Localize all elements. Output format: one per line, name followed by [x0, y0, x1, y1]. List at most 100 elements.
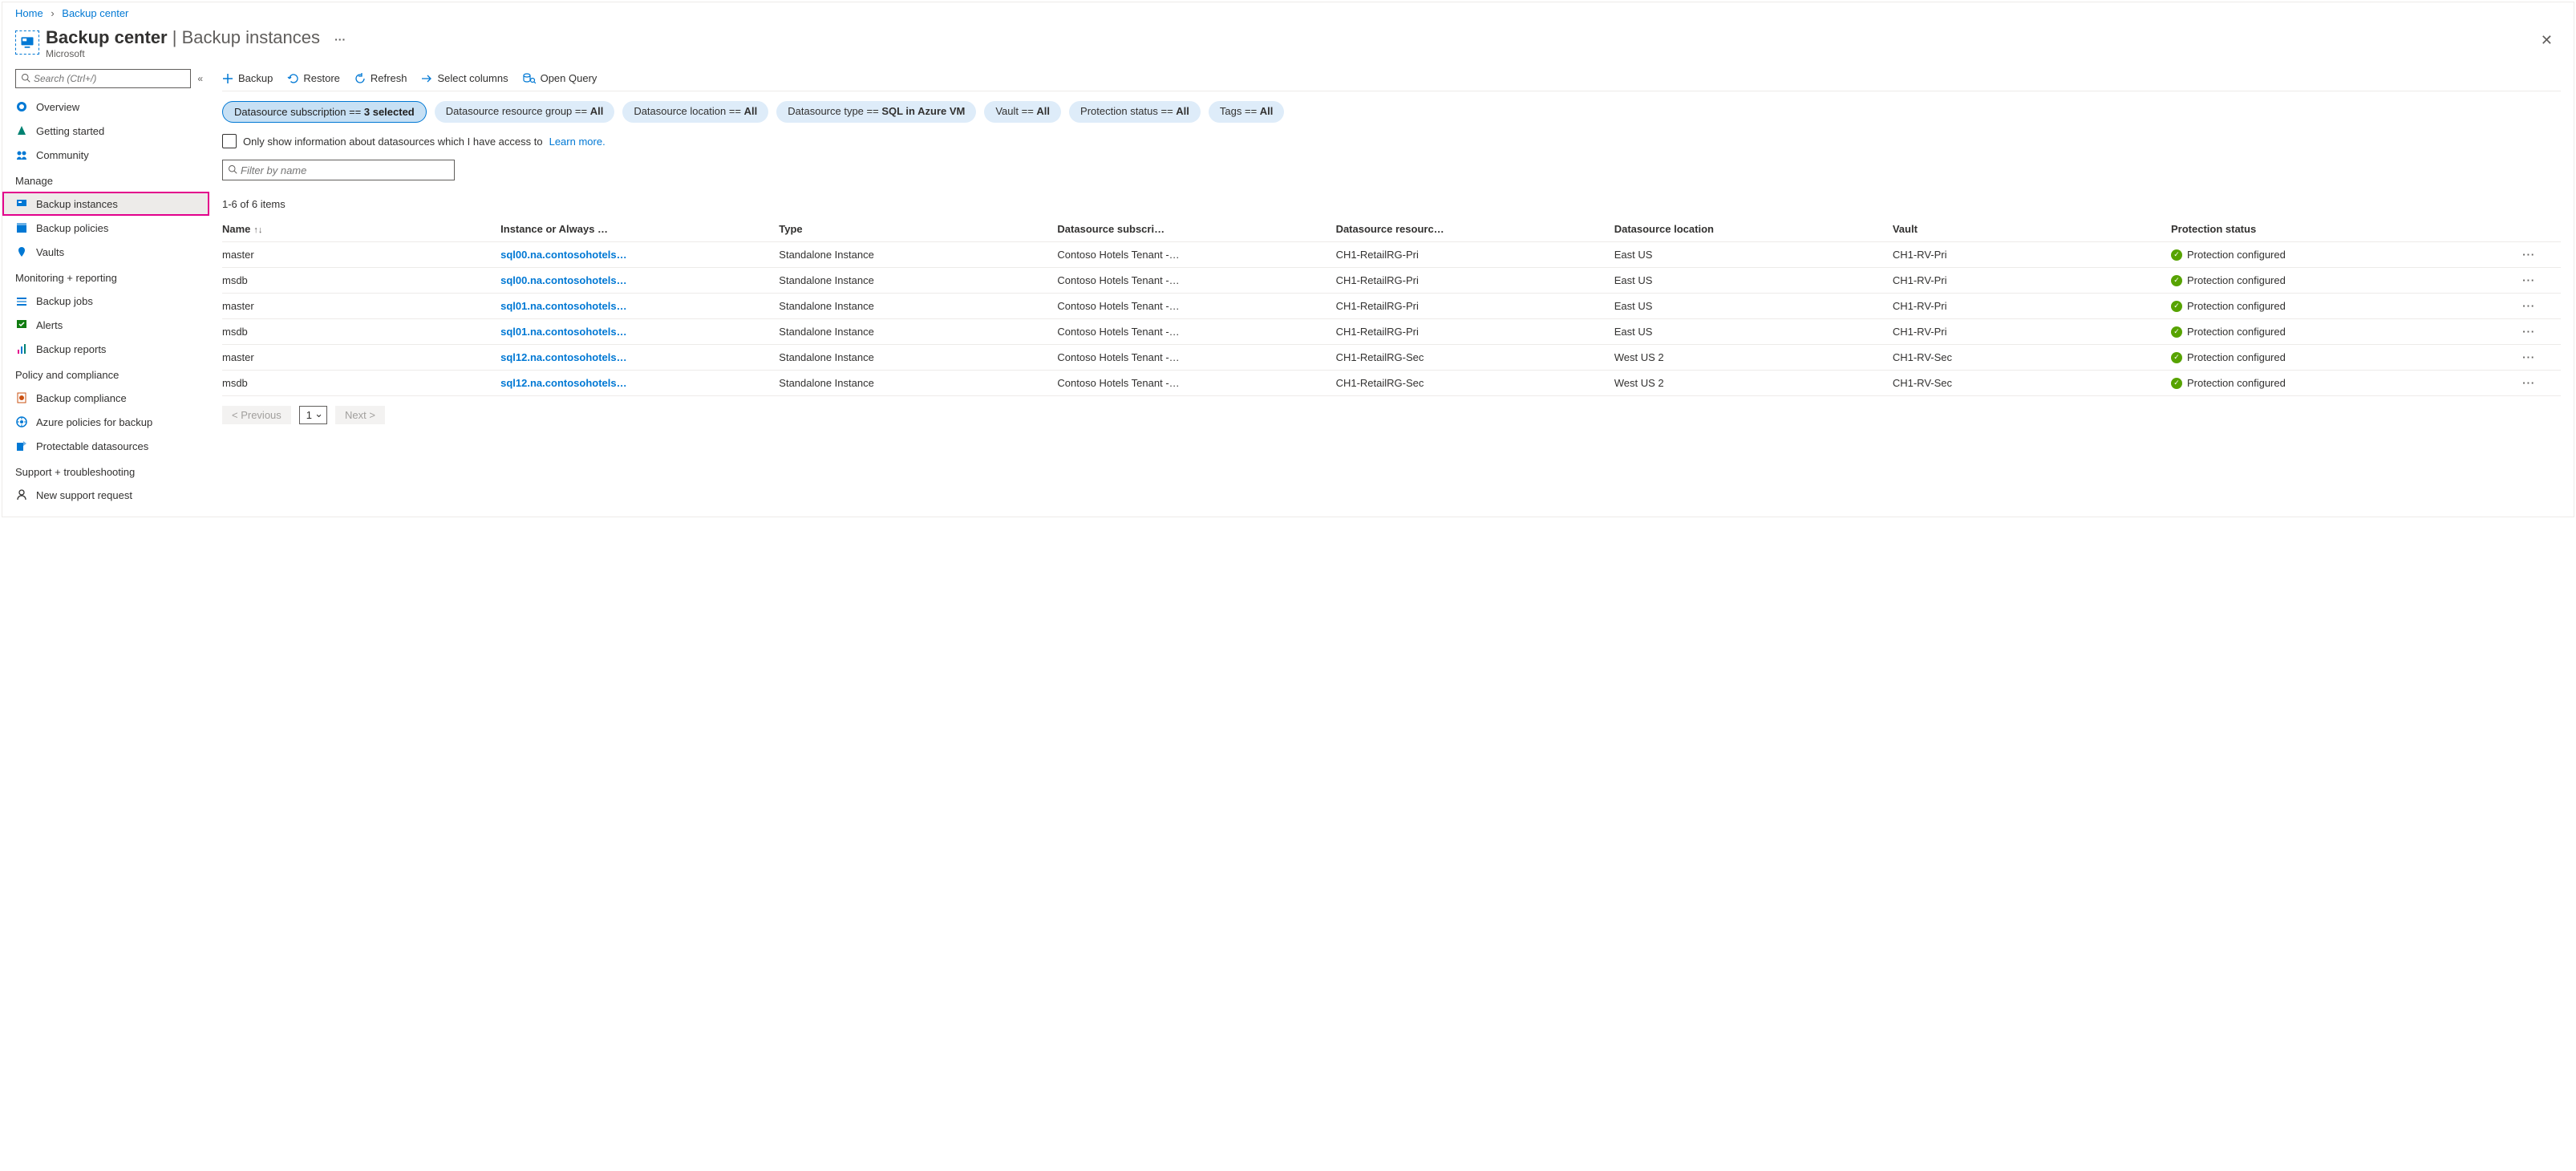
- sort-icon: ↑↓: [253, 225, 262, 235]
- breadcrumb-current[interactable]: Backup center: [62, 7, 128, 19]
- sidebar-item-community[interactable]: Community: [2, 143, 209, 167]
- backup-compliance-icon: [15, 391, 28, 404]
- table-row[interactable]: msdb sql00.na.contosohotels… Standalone …: [222, 268, 2561, 294]
- sidebar-item-backup-policies[interactable]: Backup policies: [2, 216, 209, 240]
- page-title: Backup center | Backup instances ···: [46, 27, 2533, 48]
- filter-pill-protection-status-[interactable]: Protection status == All: [1069, 101, 1201, 123]
- cell-instance-link[interactable]: sql12.na.contosohotels…: [500, 371, 779, 396]
- cell-location: East US: [1614, 268, 1893, 294]
- column-header-datasource-location[interactable]: Datasource location: [1614, 217, 1893, 242]
- cell-instance-link[interactable]: sql12.na.contosohotels…: [500, 345, 779, 371]
- table-row[interactable]: msdb sql12.na.contosohotels… Standalone …: [222, 371, 2561, 396]
- cell-vault: CH1-RV-Sec: [1893, 371, 2171, 396]
- open-query-button[interactable]: Open Query: [523, 72, 597, 84]
- filter-pill-vault-[interactable]: Vault == All: [984, 101, 1061, 123]
- column-header-name[interactable]: Name↑↓: [222, 217, 500, 242]
- sidebar-item-azure-policies-for-backup[interactable]: Azure policies for backup: [2, 410, 209, 434]
- cell-instance-link[interactable]: sql00.na.contosohotels…: [500, 242, 779, 268]
- cell-instance-link[interactable]: sql01.na.contosohotels…: [500, 319, 779, 345]
- search-icon: [21, 73, 30, 85]
- name-filter[interactable]: [222, 160, 455, 180]
- filter-pill-datasource-subscription-[interactable]: Datasource subscription == 3 selected: [222, 101, 427, 123]
- pager-page-select[interactable]: 1: [299, 406, 327, 424]
- sidebar-item-new-support-request[interactable]: New support request: [2, 483, 209, 507]
- row-more-button[interactable]: ···: [2505, 319, 2561, 345]
- sidebar-item-label: Alerts: [36, 319, 63, 331]
- filter-pill-datasource-resource-group-[interactable]: Datasource resource group == All: [435, 101, 615, 123]
- sidebar-item-label: Protectable datasources: [36, 440, 148, 452]
- sidebar-item-getting-started[interactable]: Getting started: [2, 119, 209, 143]
- new-support-request-icon: [15, 488, 28, 501]
- access-checkbox[interactable]: [222, 134, 237, 148]
- sidebar-item-label: Overview: [36, 101, 79, 113]
- name-filter-input[interactable]: [241, 164, 449, 176]
- pager-next[interactable]: Next >: [335, 406, 385, 424]
- search-icon: [228, 164, 237, 176]
- backup-button[interactable]: Backup: [222, 72, 273, 84]
- filter-pill-datasource-location-[interactable]: Datasource location == All: [622, 101, 768, 123]
- learn-more-link[interactable]: Learn more.: [549, 136, 606, 148]
- success-icon: [2171, 249, 2182, 261]
- row-more-button[interactable]: ···: [2505, 242, 2561, 268]
- column-header-protection-status[interactable]: Protection status: [2171, 217, 2505, 242]
- filter-pill-datasource-type-[interactable]: Datasource type == SQL in Azure VM: [776, 101, 976, 123]
- backup-instances-icon: [15, 197, 28, 210]
- table-row[interactable]: master sql00.na.contosohotels… Standalon…: [222, 242, 2561, 268]
- cell-status: Protection configured: [2171, 319, 2505, 345]
- column-header-vault[interactable]: Vault: [1893, 217, 2171, 242]
- more-icon[interactable]: ···: [334, 33, 346, 46]
- column-header-type[interactable]: Type: [779, 217, 1057, 242]
- column-header-instance-or-always-[interactable]: Instance or Always …: [500, 217, 779, 242]
- cell-instance-link[interactable]: sql00.na.contosohotels…: [500, 268, 779, 294]
- result-count: 1-6 of 6 items: [222, 187, 2561, 217]
- sidebar-item-backup-jobs[interactable]: Backup jobs: [2, 289, 209, 313]
- table-row[interactable]: master sql12.na.contosohotels… Standalon…: [222, 345, 2561, 371]
- cell-resource-group: CH1-RetailRG-Pri: [1336, 268, 1614, 294]
- cell-location: West US 2: [1614, 345, 1893, 371]
- cell-name: master: [222, 294, 500, 319]
- cell-type: Standalone Instance: [779, 371, 1057, 396]
- sidebar-item-backup-reports[interactable]: Backup reports: [2, 337, 209, 361]
- restore-button[interactable]: Restore: [287, 72, 340, 84]
- cell-subscription: Contoso Hotels Tenant -…: [1057, 268, 1335, 294]
- cell-resource-group: CH1-RetailRG-Pri: [1336, 319, 1614, 345]
- breadcrumb-home[interactable]: Home: [15, 7, 43, 19]
- azure-policies-for-backup-icon: [15, 415, 28, 428]
- sidebar-search[interactable]: [15, 69, 191, 88]
- sidebar-item-label: New support request: [36, 489, 132, 501]
- row-more-button[interactable]: ···: [2505, 268, 2561, 294]
- cell-subscription: Contoso Hotels Tenant -…: [1057, 319, 1335, 345]
- select-columns-button[interactable]: Select columns: [421, 72, 508, 84]
- success-icon: [2171, 352, 2182, 363]
- row-more-button[interactable]: ···: [2505, 371, 2561, 396]
- cell-resource-group: CH1-RetailRG-Sec: [1336, 371, 1614, 396]
- sidebar-item-vaults[interactable]: Vaults: [2, 240, 209, 264]
- column-header-datasource-resourc-[interactable]: Datasource resourc…: [1336, 217, 1614, 242]
- arrow-right-icon: [421, 73, 432, 84]
- success-icon: [2171, 275, 2182, 286]
- sidebar-search-input[interactable]: [34, 73, 185, 84]
- column-header-datasource-subscri-[interactable]: Datasource subscri…: [1057, 217, 1335, 242]
- refresh-button[interactable]: Refresh: [354, 72, 407, 84]
- collapse-sidebar-icon[interactable]: «: [197, 73, 200, 84]
- cell-status: Protection configured: [2171, 294, 2505, 319]
- alerts-icon: [15, 318, 28, 331]
- row-more-button[interactable]: ···: [2505, 294, 2561, 319]
- cell-location: West US 2: [1614, 371, 1893, 396]
- pager-prev[interactable]: < Previous: [222, 406, 291, 424]
- sidebar-item-backup-compliance[interactable]: Backup compliance: [2, 386, 209, 410]
- protectable-datasources-icon: [15, 440, 28, 452]
- row-more-button[interactable]: ···: [2505, 345, 2561, 371]
- sidebar-group-support-troubleshooting: Support + troubleshooting: [2, 458, 209, 483]
- cell-instance-link[interactable]: sql01.na.contosohotels…: [500, 294, 779, 319]
- close-button[interactable]: ✕: [2533, 27, 2561, 54]
- filter-pill-tags-[interactable]: Tags == All: [1209, 101, 1285, 123]
- sidebar-item-protectable-datasources[interactable]: Protectable datasources: [2, 434, 209, 458]
- table-row[interactable]: msdb sql01.na.contosohotels… Standalone …: [222, 319, 2561, 345]
- sidebar-item-alerts[interactable]: Alerts: [2, 313, 209, 337]
- sidebar-item-backup-instances[interactable]: Backup instances: [2, 192, 209, 216]
- backup-reports-icon: [15, 342, 28, 355]
- sidebar-item-overview[interactable]: Overview: [2, 95, 209, 119]
- table-row[interactable]: master sql01.na.contosohotels… Standalon…: [222, 294, 2561, 319]
- results-grid: Name↑↓Instance or Always …TypeDatasource…: [222, 217, 2561, 396]
